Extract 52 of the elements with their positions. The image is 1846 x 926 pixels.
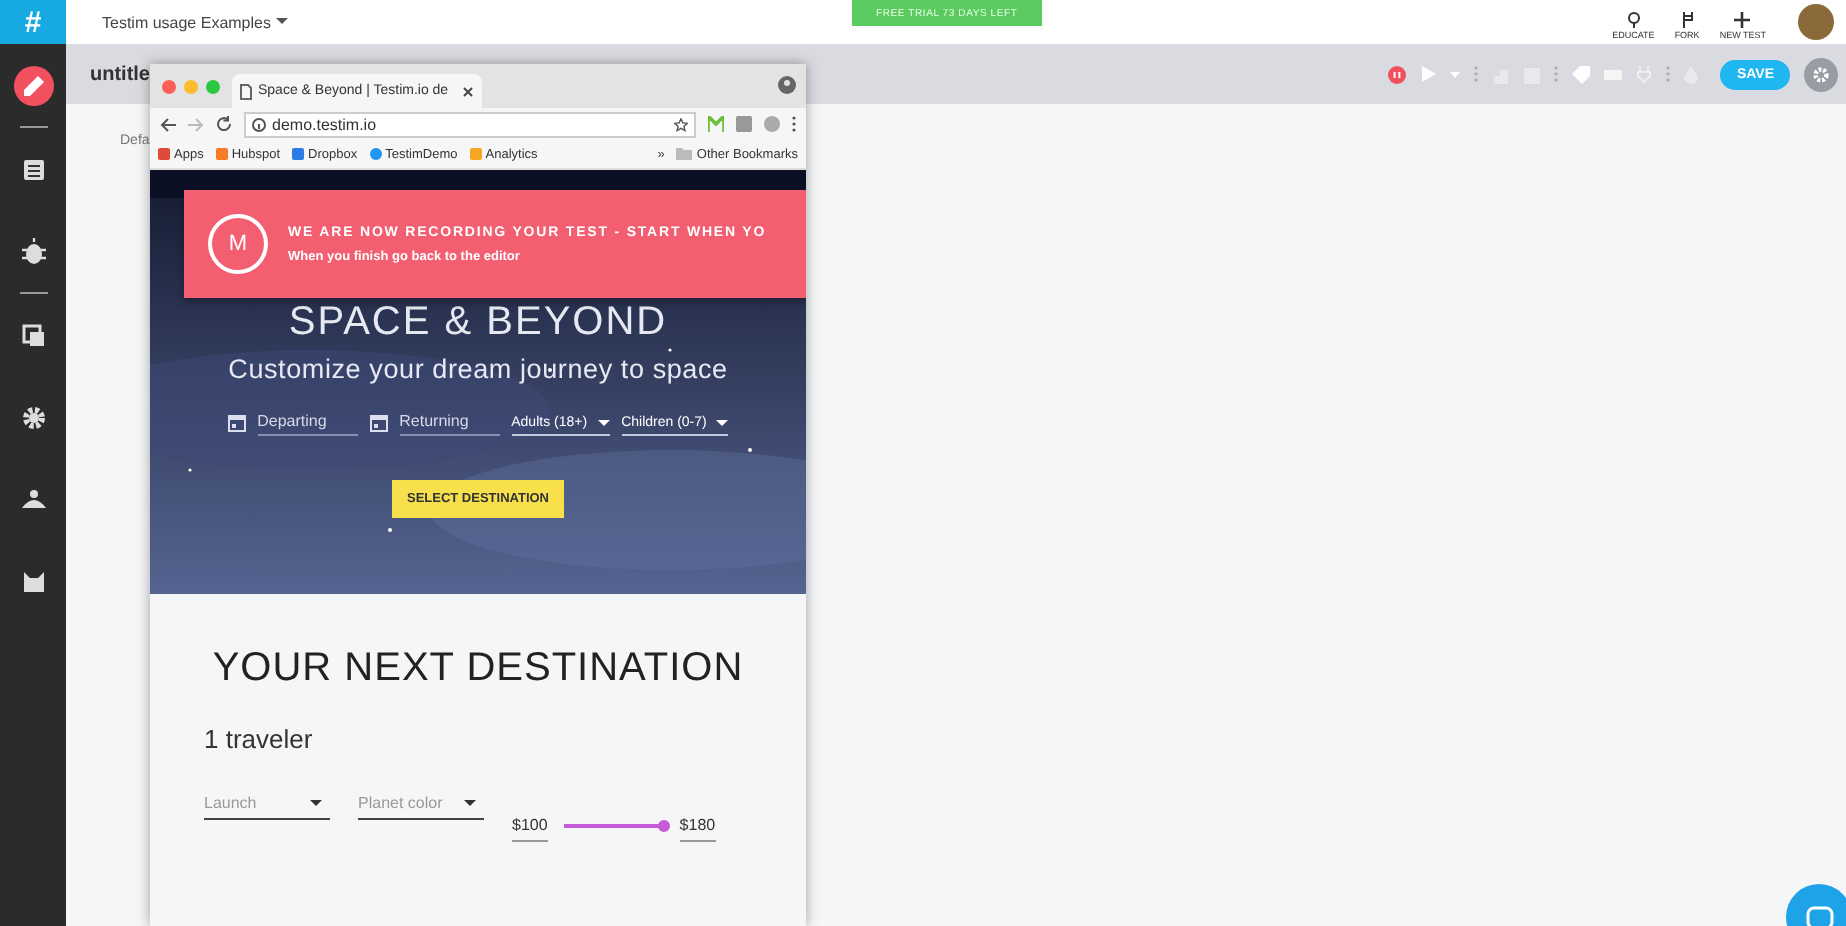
- test-title[interactable]: untitle: [90, 63, 150, 85]
- calendar-icon: [227, 413, 246, 431]
- hero-title: SPACE & BEYOND: [288, 300, 668, 346]
- zoom-dot[interactable]: [206, 79, 220, 93]
- favicon-icon: [158, 148, 170, 160]
- traveler-count: 1 traveler: [204, 724, 315, 754]
- favicon-icon: [292, 148, 305, 160]
- caret-icon: [597, 419, 610, 427]
- hero-subtitle: Customize your dream journey to space: [228, 354, 728, 384]
- plus-icon: [1734, 12, 1751, 28]
- avatar[interactable]: [1798, 4, 1834, 40]
- close-icon[interactable]: [462, 85, 474, 97]
- section-title: YOUR NEXT DESTINATION: [212, 646, 744, 692]
- address-field[interactable]: demo.testim.io: [244, 111, 696, 137]
- sidebar-item[interactable]: [13, 65, 53, 105]
- bulb-icon: [1625, 12, 1642, 28]
- select-field[interactable]: Planet color: [358, 794, 484, 820]
- reload-icon[interactable]: [216, 116, 232, 132]
- close-dot[interactable]: [162, 79, 176, 93]
- price-max[interactable]: $180: [679, 810, 716, 842]
- caret-icon[interactable]: [1450, 71, 1461, 77]
- record-pause-icon[interactable]: [1388, 65, 1407, 83]
- more-icon[interactable]: [1554, 66, 1559, 82]
- date-field[interactable]: Returning: [399, 408, 500, 436]
- settings-button[interactable]: [1804, 57, 1838, 91]
- info-icon: [252, 117, 266, 131]
- date-field[interactable]: Departing: [257, 408, 358, 436]
- caret-icon: [276, 18, 289, 26]
- project-selector[interactable]: Testim usage Examples: [102, 13, 289, 31]
- page-icon: [240, 83, 252, 99]
- star-icon[interactable]: [674, 117, 688, 131]
- calendar-icon: [369, 413, 388, 431]
- profile-icon[interactable]: [778, 76, 796, 94]
- minimize-dot[interactable]: [184, 79, 198, 93]
- logo: M: [208, 214, 268, 274]
- select-field[interactable]: Launch: [204, 794, 330, 820]
- more-icon[interactable]: [1666, 66, 1671, 82]
- more-icon[interactable]: [1474, 66, 1479, 82]
- chat-icon: [1805, 905, 1833, 926]
- favicon-icon: [215, 148, 228, 160]
- caret-icon: [464, 800, 476, 808]
- price-min[interactable]: $100: [512, 810, 548, 842]
- caret-icon: [716, 419, 729, 427]
- tag-icon[interactable]: [1572, 65, 1591, 83]
- play-icon[interactable]: [1420, 66, 1437, 82]
- favicon-icon: [369, 148, 382, 160]
- folder-icon: [676, 148, 693, 160]
- favicon-icon: [469, 148, 482, 160]
- caret-icon: [310, 800, 322, 808]
- gear-icon: [1812, 65, 1830, 83]
- back-icon[interactable]: [160, 117, 176, 131]
- forward-icon[interactable]: [188, 117, 204, 131]
